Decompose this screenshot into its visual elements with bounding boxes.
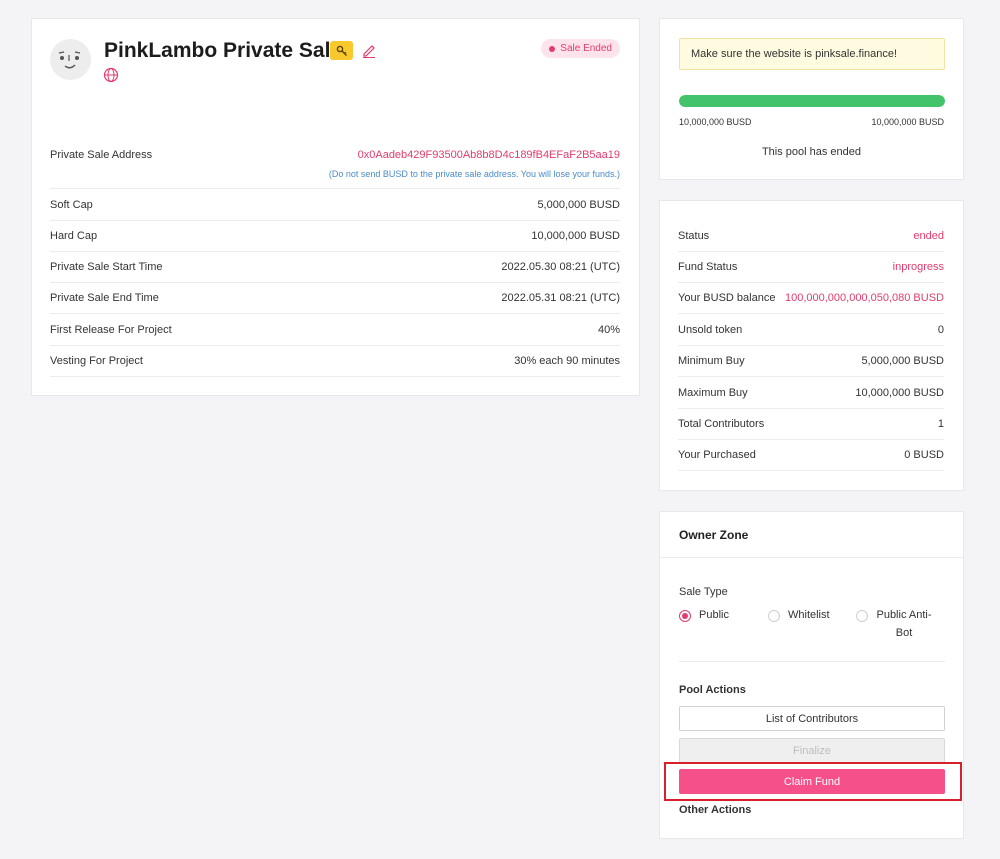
detail-row: Soft Cap 5,000,000 BUSD [50, 189, 620, 221]
detail-row: Private Sale Start Time 2022.05.30 08:21… [50, 252, 620, 283]
stat-label: Your BUSD balance [678, 292, 776, 304]
detail-row: Private Sale End Time 2022.05.31 08:21 (… [50, 283, 620, 314]
stat-value: 0 [937, 323, 944, 336]
progress-bar-fill [679, 95, 945, 107]
progress-min-label: 10,000,000 BUSD [679, 117, 752, 127]
stat-label: Status [678, 230, 710, 242]
private-sale-card: PinkLambo Private Sale Sale Ended Privat… [31, 18, 640, 396]
address-warning: (Do not send BUSD to the private sale ad… [328, 169, 620, 179]
radio-unchecked-icon [856, 610, 868, 622]
stat-row: Your BUSD balance 100,000,000,000,050,08… [678, 283, 944, 314]
finalize-button[interactable]: Finalize [679, 738, 945, 763]
detail-value: 5,000,000 BUSD [537, 198, 620, 211]
progress-bar [679, 95, 945, 107]
stat-label: Maximum Buy [678, 386, 748, 399]
detail-label: Private Sale Start Time [50, 261, 163, 273]
detail-value: 2022.05.30 08:21 (UTC) [501, 261, 620, 273]
pool-actions-label: Pool Actions [679, 684, 746, 696]
radio-checked-icon [679, 610, 691, 622]
sale-type-label: Sale Type [679, 586, 728, 598]
stat-row: Maximum Buy 10,000,000 BUSD [678, 377, 944, 409]
sale-type-antibot-radio[interactable]: Public Anti-Bot [856, 609, 932, 642]
detail-label: Private Sale Address [50, 149, 153, 161]
owner-zone-title: Owner Zone [660, 512, 963, 558]
stat-row: Minimum Buy 5,000,000 BUSD [678, 346, 944, 377]
detail-label: Hard Cap [50, 230, 98, 242]
stat-value: ended [913, 230, 944, 242]
page-title: PinkLambo Private Sale [104, 39, 343, 62]
status-badge: Sale Ended [541, 39, 620, 58]
detail-label: First Release For Project [50, 323, 172, 336]
detail-label: Private Sale End Time [50, 292, 159, 304]
status-dot-icon [549, 45, 556, 52]
stat-value: 100,000,000,000,050,080 BUSD [784, 292, 944, 304]
detail-row: Vesting For Project 30% each 90 minutes [50, 346, 620, 377]
pool-stats-card: Status ended Fund Status inprogress Your… [659, 200, 964, 491]
status-badge-label: Sale Ended [560, 43, 612, 54]
radio-label: Public [699, 609, 729, 621]
stat-label: Your Purchased [678, 449, 756, 461]
stat-label: Fund Status [678, 261, 738, 273]
key-icon [330, 41, 353, 60]
radio-label: Whitelist [788, 609, 830, 621]
stat-row: Unsold token 0 [678, 314, 944, 346]
progress-max-label: 10,000,000 BUSD [871, 117, 944, 127]
pool-status-text: This pool has ended [761, 146, 862, 158]
stat-label: Total Contributors [678, 418, 765, 430]
divider [679, 661, 945, 662]
stat-value: 10,000,000 BUSD [855, 386, 944, 399]
list-contributors-button[interactable]: List of Contributors [679, 706, 945, 731]
sale-address-link[interactable]: 0x0Aadeb429F93500Ab8b8D4c189fB4EFaF2B5aa… [358, 149, 620, 161]
stat-value: 1 [937, 418, 944, 430]
stat-row: Status ended [678, 221, 944, 252]
edit-icon[interactable] [361, 42, 377, 58]
stat-value: 5,000,000 BUSD [861, 355, 944, 367]
stat-row: Your Purchased 0 BUSD [678, 440, 944, 471]
detail-value: 30% each 90 minutes [514, 355, 620, 367]
stat-row: Total Contributors 1 [678, 409, 944, 440]
claim-fund-highlight [664, 762, 962, 801]
globe-icon[interactable] [103, 67, 119, 83]
sale-type-public-radio[interactable]: Public [679, 609, 729, 624]
stat-value: inprogress [892, 261, 944, 273]
detail-label: Soft Cap [50, 198, 93, 211]
stat-row: Fund Status inprogress [678, 252, 944, 283]
detail-row: First Release For Project 40% [50, 314, 620, 346]
sale-type-whitelist-radio[interactable]: Whitelist [768, 609, 830, 624]
other-actions-label: Other Actions [679, 804, 752, 816]
detail-value: 40% [597, 323, 620, 336]
pool-progress-card: Make sure the website is pinksale.financ… [659, 18, 964, 180]
detail-row-address: Private Sale Address 0x0Aadeb429F93500Ab… [50, 139, 620, 189]
stat-value: 0 BUSD [904, 449, 944, 461]
project-logo [50, 39, 91, 80]
radio-label: Public Anti-Bot [876, 609, 932, 639]
detail-label: Vesting For Project [50, 355, 143, 367]
detail-row: Hard Cap 10,000,000 BUSD [50, 221, 620, 252]
detail-value: 10,000,000 BUSD [531, 230, 620, 242]
stat-label: Minimum Buy [678, 355, 745, 367]
site-notice: Make sure the website is pinksale.financ… [679, 38, 945, 70]
radio-unchecked-icon [768, 610, 780, 622]
detail-value: 2022.05.31 08:21 (UTC) [501, 292, 620, 304]
stat-label: Unsold token [678, 323, 743, 336]
